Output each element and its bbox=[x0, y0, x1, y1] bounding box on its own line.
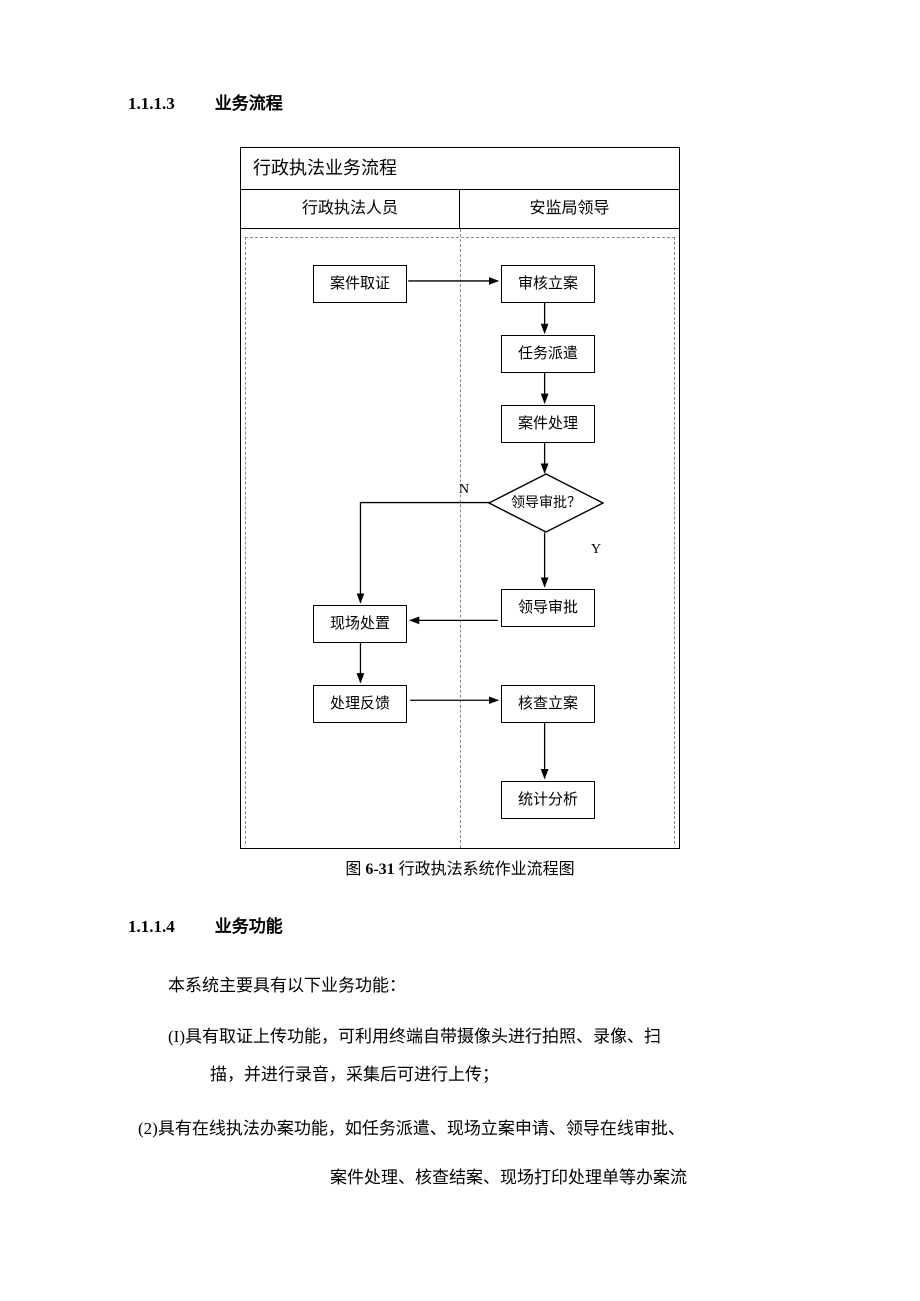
lane-header-right: 安监局领导 bbox=[460, 190, 679, 228]
section-1-number: 1.1.1.3 bbox=[128, 94, 175, 113]
node-feedback: 处理反馈 bbox=[313, 685, 407, 723]
section-1-title: 业务流程 bbox=[215, 94, 283, 113]
list-item-2-line1: (2)具有在线执法办案功能，如任务派遣、现场立案申请、领导在线审批、 bbox=[138, 1110, 800, 1147]
node-task-dispatch: 任务派遣 bbox=[501, 335, 595, 373]
section-2-heading: 1.1.1.4 业务功能 bbox=[128, 913, 800, 940]
list-item-1-line2: 描，并进行录音，采集后可进行上传； bbox=[210, 1055, 800, 1096]
flowchart-title: 行政执法业务流程 bbox=[241, 148, 679, 190]
node-review-file: 审核立案 bbox=[501, 265, 595, 303]
figure-caption-number: 6-31 bbox=[365, 861, 394, 878]
node-onsite: 现场处置 bbox=[313, 605, 407, 643]
node-case-handle: 案件处理 bbox=[501, 405, 595, 443]
node-evidence: 案件取证 bbox=[313, 265, 407, 303]
flowchart-connectors bbox=[241, 229, 679, 848]
figure-caption-text: 行政执法系统作业流程图 bbox=[399, 861, 575, 878]
figure-caption: 图 6-31 行政执法系统作业流程图 bbox=[120, 857, 800, 883]
node-approval: 领导审批 bbox=[501, 589, 595, 627]
list-item-1-line1: (I)具有取证上传功能，可利用终端自带摄像头进行拍照、录像、扫 bbox=[168, 1018, 800, 1055]
figure-caption-prefix: 图 bbox=[345, 861, 361, 878]
node-decision: 领导审批？ bbox=[488, 473, 604, 533]
flowchart-lanes-header: 行政执法人员 安监局领导 bbox=[241, 190, 679, 228]
label-no: N bbox=[459, 479, 469, 501]
flowchart: 行政执法业务流程 行政执法人员 安监局领导 bbox=[240, 147, 680, 849]
lane-header-left: 行政执法人员 bbox=[241, 190, 460, 228]
flowchart-body: 案件取证 现场处置 处理反馈 审核立案 任务派遣 案件处理 领导审批？ N Y … bbox=[241, 228, 679, 848]
section-2-number: 1.1.1.4 bbox=[128, 917, 175, 936]
node-close-case: 核查立案 bbox=[501, 685, 595, 723]
node-stats: 统计分析 bbox=[501, 781, 595, 819]
intro-paragraph: 本系统主要具有以下业务功能： bbox=[168, 964, 800, 1008]
flowchart-container: 行政执法业务流程 行政执法人员 安监局领导 bbox=[120, 147, 800, 849]
node-decision-label: 领导审批？ bbox=[488, 493, 604, 515]
list-item-2-line2: 案件处理、核查结案、现场打印处理单等办案流 bbox=[330, 1158, 800, 1199]
section-2-title: 业务功能 bbox=[215, 917, 283, 936]
section-1-heading: 1.1.1.3 业务流程 bbox=[128, 90, 800, 117]
label-yes: Y bbox=[591, 539, 601, 561]
